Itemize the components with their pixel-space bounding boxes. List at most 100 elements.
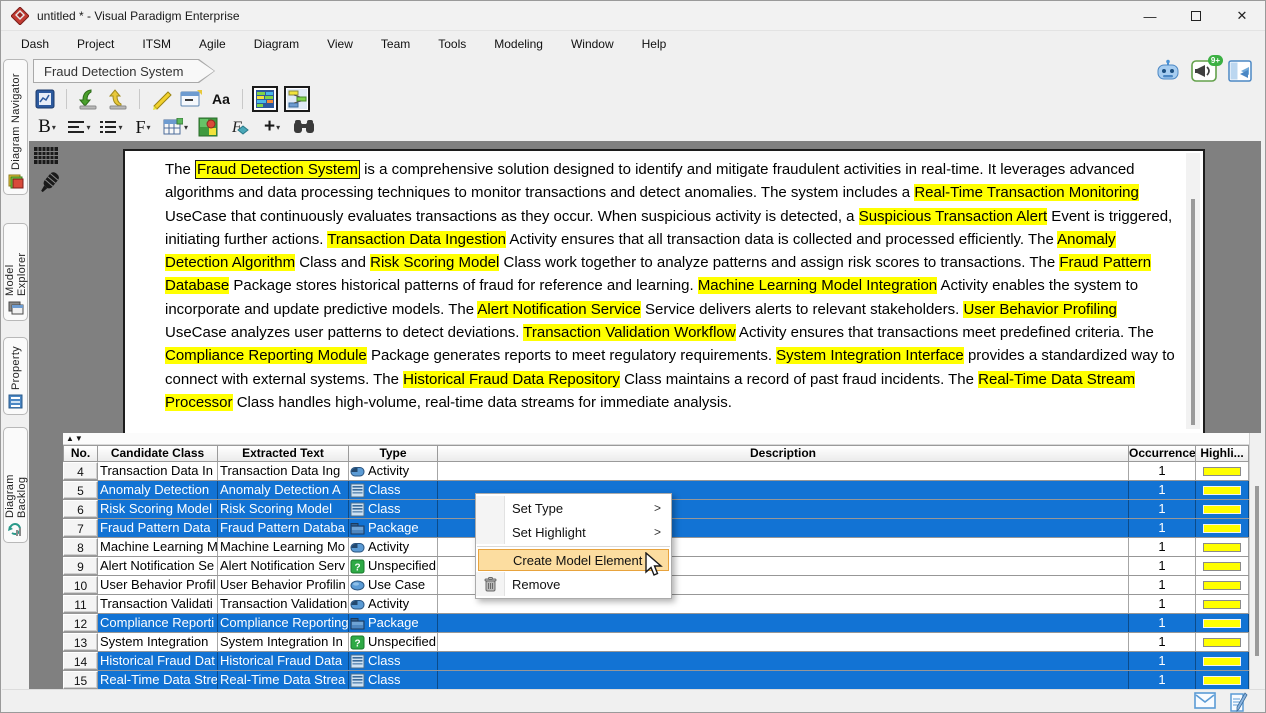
candidate-class-cell[interactable]: Fraud Pattern Data [98, 519, 218, 537]
extracted-text-cell[interactable]: Fraud Pattern Databa [218, 519, 349, 537]
highlight-color-cell[interactable] [1196, 614, 1249, 632]
bold-button[interactable]: B ▾ [35, 115, 59, 139]
highlight-color-cell[interactable] [1196, 652, 1249, 670]
formula-button[interactable]: F [228, 115, 252, 139]
highlight-color-cell[interactable] [1196, 557, 1249, 575]
table-row[interactable]: 13System IntegrationSystem Integration I… [63, 633, 1249, 652]
type-cell[interactable]: Class [349, 671, 438, 689]
insert-table-button[interactable]: ▾ [163, 115, 188, 139]
candidate-class-cell[interactable]: Risk Scoring Model [98, 500, 218, 518]
extracted-text-cell[interactable]: Machine Learning Mo [218, 538, 349, 556]
description-cell[interactable] [438, 652, 1129, 670]
assistant-robot-icon[interactable] [1155, 59, 1181, 83]
menu-item-modeling[interactable]: Modeling [480, 33, 557, 55]
sidebar-tab-diagram-backlog[interactable]: Diagram Backlog [3, 427, 28, 543]
candidate-class-cell[interactable]: Machine Learning M [98, 538, 218, 556]
extracted-text-cell[interactable]: User Behavior Profilin [218, 576, 349, 594]
type-cell[interactable]: Activity [349, 462, 438, 480]
import-button[interactable] [76, 87, 100, 111]
diagram-view-1-button[interactable] [252, 87, 278, 111]
type-cell[interactable]: ?Unspecified [349, 557, 438, 575]
row-number-cell[interactable]: 8 [63, 538, 98, 556]
table-row[interactable]: 14Historical Fraud DatHistorical Fraud D… [63, 652, 1249, 671]
highlight-color-cell[interactable] [1196, 500, 1249, 518]
highlight-color-cell[interactable] [1196, 462, 1249, 480]
type-cell[interactable]: Activity [349, 595, 438, 613]
row-number-cell[interactable]: 10 [63, 576, 98, 594]
layout-panel-icon[interactable] [1227, 59, 1253, 83]
close-button[interactable]: ✕ [1219, 1, 1265, 31]
context-menu-item-create-model-element[interactable]: Create Model Element [478, 549, 669, 571]
minimize-button[interactable]: — [1127, 1, 1173, 31]
table-row[interactable]: 12Compliance ReportiCompliance Reporting… [63, 614, 1249, 633]
type-cell[interactable]: Class [349, 500, 438, 518]
extracted-text-cell[interactable]: System Integration In [218, 633, 349, 651]
sidebar-tab-property[interactable]: Property [3, 337, 28, 415]
highlight-color-cell[interactable] [1196, 538, 1249, 556]
diagram-doc-button[interactable] [33, 87, 57, 111]
row-number-cell[interactable]: 13 [63, 633, 98, 651]
highlighter-button[interactable] [149, 87, 173, 111]
highlighted-term[interactable]: Compliance Reporting Module [165, 347, 367, 364]
document-text[interactable]: The Fraud Detection System is a comprehe… [165, 158, 1177, 414]
announcement-megaphone-icon[interactable]: 9+ [1191, 59, 1217, 83]
sidebar-tab-model-explorer[interactable]: Model Explorer [3, 223, 28, 321]
highlight-color-cell[interactable] [1196, 481, 1249, 499]
collapse-up-button[interactable]: ▲ [66, 434, 74, 444]
menu-item-view[interactable]: View [313, 33, 367, 55]
add-element-button[interactable]: + ▾ [260, 115, 284, 139]
tab-fraud-detection-system[interactable]: Fraud Detection System [33, 59, 215, 83]
extracted-text-cell[interactable]: Compliance Reporting [218, 614, 349, 632]
row-number-cell[interactable]: 7 [63, 519, 98, 537]
collapse-down-button[interactable]: ▼ [75, 434, 83, 444]
highlighted-term-selected[interactable]: Fraud Detection System [195, 160, 360, 179]
menu-item-project[interactable]: Project [63, 33, 128, 55]
candidate-class-cell[interactable]: Compliance Reporti [98, 614, 218, 632]
extracted-text-cell[interactable]: Risk Scoring Model [218, 500, 349, 518]
sidebar-tab-diagram-navigator[interactable]: Diagram Navigator [3, 59, 28, 195]
highlighted-term[interactable]: User Behavior Profiling [963, 301, 1116, 318]
new-window-button[interactable] [179, 87, 203, 111]
candidate-class-cell[interactable]: Alert Notification Se [98, 557, 218, 575]
highlighted-term[interactable]: Machine Learning Model Integration [698, 277, 937, 294]
menu-item-help[interactable]: Help [628, 33, 681, 55]
highlighted-term[interactable]: Real-Time Transaction Monitoring [914, 184, 1139, 201]
extracted-text-cell[interactable]: Historical Fraud Data [218, 652, 349, 670]
candidate-class-cell[interactable]: Anomaly Detection [98, 481, 218, 499]
highlighted-term[interactable]: Alert Notification Service [477, 301, 640, 318]
column-header-description[interactable]: Description [438, 445, 1129, 462]
highlighted-term[interactable]: Suspicious Transaction Alert [859, 208, 1047, 225]
highlighted-term[interactable]: Transaction Data Ingestion [327, 231, 506, 248]
description-cell[interactable] [438, 671, 1129, 689]
column-header-candidate-class[interactable]: Candidate Class [98, 445, 218, 462]
table-row[interactable]: 4Transaction Data InTransaction Data Ing… [63, 462, 1249, 481]
column-header-extracted-text[interactable]: Extracted Text [218, 445, 349, 462]
table-row[interactable]: 15Real-Time Data StreReal-Time Data Stre… [63, 671, 1249, 690]
highlight-color-cell[interactable] [1196, 671, 1249, 689]
row-number-cell[interactable]: 14 [63, 652, 98, 670]
bullet-list-button[interactable]: ▾ [99, 115, 123, 139]
highlight-color-cell[interactable] [1196, 633, 1249, 651]
text-scrollbar-thumb[interactable] [1191, 199, 1195, 425]
table-splitter[interactable]: ▲ ▼ [63, 433, 1263, 445]
highlight-color-cell[interactable] [1196, 576, 1249, 594]
row-number-cell[interactable]: 15 [63, 671, 98, 689]
text-scrollbar[interactable] [1186, 153, 1200, 429]
diagram-view-2-button[interactable] [284, 87, 310, 111]
type-cell[interactable]: Class [349, 481, 438, 499]
extracted-text-cell[interactable]: Real-Time Data Strea [218, 671, 349, 689]
row-number-cell[interactable]: 9 [63, 557, 98, 575]
column-header-occurrence[interactable]: Occurrence [1129, 445, 1196, 462]
type-cell[interactable]: Use Case [349, 576, 438, 594]
export-button[interactable] [106, 87, 130, 111]
menu-item-team[interactable]: Team [367, 33, 424, 55]
row-number-cell[interactable]: 6 [63, 500, 98, 518]
context-menu-item-remove[interactable]: Remove [476, 572, 671, 596]
maximize-button[interactable] [1173, 1, 1219, 31]
description-cell[interactable] [438, 462, 1129, 480]
candidate-class-cell[interactable]: Historical Fraud Dat [98, 652, 218, 670]
menu-item-diagram[interactable]: Diagram [240, 33, 313, 55]
row-number-cell[interactable]: 5 [63, 481, 98, 499]
highlighted-term[interactable]: Historical Fraud Data Repository [403, 371, 620, 388]
candidate-class-cell[interactable]: System Integration [98, 633, 218, 651]
